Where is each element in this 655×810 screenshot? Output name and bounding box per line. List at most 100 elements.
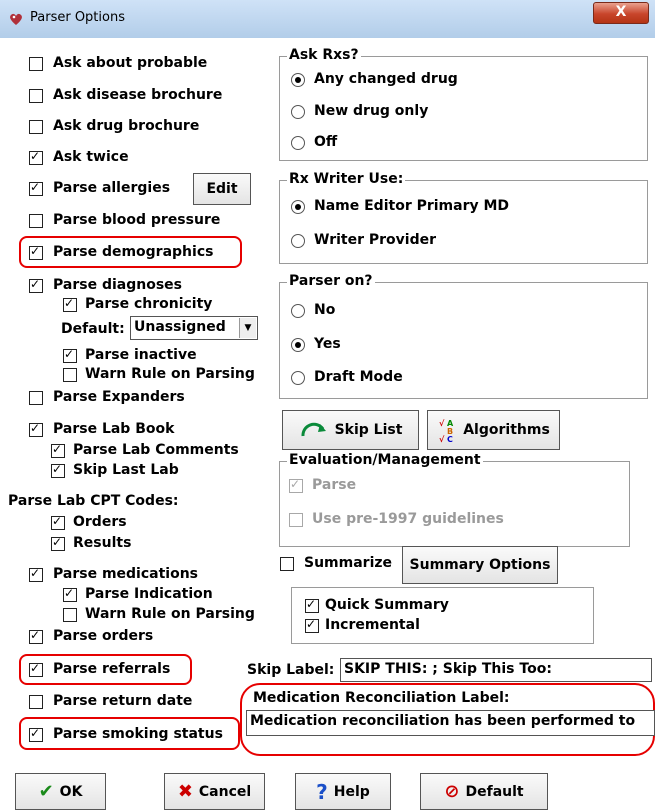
ask-disease-brochure-checkbox[interactable] (29, 89, 43, 103)
svg-text:C: C (447, 435, 453, 443)
parse-allergies-checkbox[interactable] (29, 180, 43, 196)
skip-last-lab-checkbox[interactable] (51, 462, 65, 478)
summarize-checkbox[interactable] (280, 557, 294, 571)
incremental-label: Incremental (325, 617, 420, 633)
ok-button[interactable]: ✔ OK (15, 773, 106, 810)
cancel-label: Cancel (198, 783, 252, 800)
skip-label-caption: Skip Label: (247, 662, 335, 678)
cancel-button[interactable]: ✖ Cancel (164, 773, 265, 810)
draft-mode-radio[interactable] (291, 371, 305, 385)
title-bar[interactable]: Parser Options X (0, 0, 655, 39)
parse-blood-pressure-checkbox[interactable] (29, 214, 43, 228)
edit-allergies-button[interactable]: Edit (193, 173, 251, 205)
edit-allergies-label: Edit (206, 181, 238, 197)
parse-inactive-label: Parse inactive (85, 347, 197, 363)
incremental-checkbox[interactable] (305, 617, 319, 633)
default-label: Default: (61, 321, 125, 337)
parse-smoking-label: Parse smoking status (53, 726, 223, 742)
rx-writer-title: Rx Writer Use: (287, 171, 406, 187)
writer-provider-label: Writer Provider (314, 232, 436, 248)
default-button[interactable]: ⊘ Default (420, 773, 548, 810)
parse-chronicity-checkbox[interactable] (63, 296, 77, 312)
warn-rule-medications-label: Warn Rule on Parsing (85, 606, 255, 622)
results-cpt-label: Results (73, 535, 132, 551)
parse-medications-label: Parse medications (53, 566, 198, 582)
close-button[interactable]: X (593, 2, 649, 24)
ask-drug-brochure-checkbox[interactable] (29, 120, 43, 134)
quick-summary-label: Quick Summary (325, 597, 449, 613)
parse-lab-comments-label: Parse Lab Comments (73, 442, 239, 458)
parse-inactive-checkbox[interactable] (63, 347, 77, 363)
skip-list-button[interactable]: Skip List (282, 410, 419, 450)
parse-orders-label: Parse orders (53, 628, 154, 644)
summarize-label: Summarize (304, 555, 393, 571)
orders-cpt-label: Orders (73, 514, 127, 530)
draft-mode-label: Draft Mode (314, 369, 403, 385)
parse-chronicity-label: Parse chronicity (85, 296, 213, 312)
med-rec-caption: Medication Reconciliation Label: (253, 690, 510, 706)
em-parse-checkbox[interactable] (289, 477, 303, 493)
skip-label-input[interactable]: SKIP THIS: ; Skip This Too: (340, 658, 652, 682)
name-editor-radio[interactable] (291, 200, 305, 214)
parse-diagnoses-label: Parse diagnoses (53, 277, 182, 293)
warn-rule-diagnoses-checkbox[interactable] (63, 368, 77, 382)
ask-disease-brochure-label: Ask disease brochure (53, 87, 223, 103)
default-select-value: Unassigned (134, 319, 226, 335)
question-mark-icon: ? (316, 779, 328, 804)
algorithm-checklist-icon: √ A B √ C (439, 419, 454, 443)
parse-return-date-checkbox[interactable] (29, 695, 43, 709)
app-icon (10, 13, 22, 25)
ask-twice-label: Ask twice (53, 149, 129, 165)
new-drug-only-radio[interactable] (291, 105, 305, 119)
results-cpt-checkbox[interactable] (51, 535, 65, 551)
parser-on-title: Parser on? (287, 273, 375, 289)
off-radio[interactable] (291, 136, 305, 150)
pre1997-checkbox[interactable] (289, 513, 303, 527)
name-editor-label: Name Editor Primary MD (314, 198, 510, 214)
any-changed-drug-radio[interactable] (291, 73, 305, 87)
parse-expanders-checkbox[interactable] (29, 391, 43, 405)
parse-lab-book-checkbox[interactable] (29, 421, 43, 437)
ask-probable-label: Ask about probable (53, 55, 208, 71)
parser-no-radio[interactable] (291, 304, 305, 318)
ask-probable-checkbox[interactable] (29, 57, 43, 71)
dialog-body: Ask about probable Ask disease brochure … (0, 38, 655, 810)
window-title: Parser Options (30, 10, 125, 25)
parser-yes-radio[interactable] (291, 338, 305, 352)
ask-drug-brochure-label: Ask drug brochure (53, 118, 200, 134)
x-icon: ✖ (177, 781, 193, 802)
parse-lab-comments-checkbox[interactable] (51, 442, 65, 458)
default-select[interactable]: Unassigned ▼ (130, 316, 258, 340)
parse-demographics-checkbox[interactable] (29, 244, 43, 260)
chevron-down-icon[interactable]: ▼ (239, 318, 256, 338)
em-parse-label: Parse (312, 477, 357, 493)
quick-summary-checkbox[interactable] (305, 597, 319, 613)
med-rec-input[interactable]: Medication reconciliation has been perfo… (246, 710, 655, 736)
parse-orders-checkbox[interactable] (29, 628, 43, 644)
summary-options-button[interactable]: Summary Options (402, 546, 558, 584)
algorithms-label: Algorithms (463, 422, 550, 438)
parse-diagnoses-checkbox[interactable] (29, 277, 43, 293)
parse-referrals-checkbox[interactable] (29, 661, 43, 677)
parser-no-label: No (314, 302, 336, 318)
parse-referrals-label: Parse referrals (53, 661, 171, 677)
em-title: Evaluation/Management (287, 452, 483, 468)
algorithms-button[interactable]: √ A B √ C Algorithms (427, 410, 560, 450)
ask-twice-checkbox[interactable] (29, 149, 43, 165)
checkmark-icon: ✔ (38, 781, 54, 802)
skip-label-value: SKIP THIS: ; Skip This Too: (344, 661, 552, 677)
default-button-label: Default (465, 783, 524, 800)
parse-medications-checkbox[interactable] (29, 566, 43, 582)
no-symbol-icon: ⊘ (444, 781, 460, 802)
parse-smoking-checkbox[interactable] (29, 726, 43, 742)
rx-writer-group (279, 180, 648, 264)
parse-indication-checkbox[interactable] (63, 586, 77, 602)
refresh-arrow-icon (301, 422, 326, 437)
help-button[interactable]: ? Help (295, 773, 391, 810)
orders-cpt-checkbox[interactable] (51, 514, 65, 530)
parse-blood-pressure-label: Parse blood pressure (53, 212, 221, 228)
svg-text:√: √ (439, 419, 445, 428)
writer-provider-radio[interactable] (291, 234, 305, 248)
warn-rule-medications-checkbox[interactable] (63, 608, 77, 622)
ask-rxs-title: Ask Rxs? (287, 47, 361, 63)
